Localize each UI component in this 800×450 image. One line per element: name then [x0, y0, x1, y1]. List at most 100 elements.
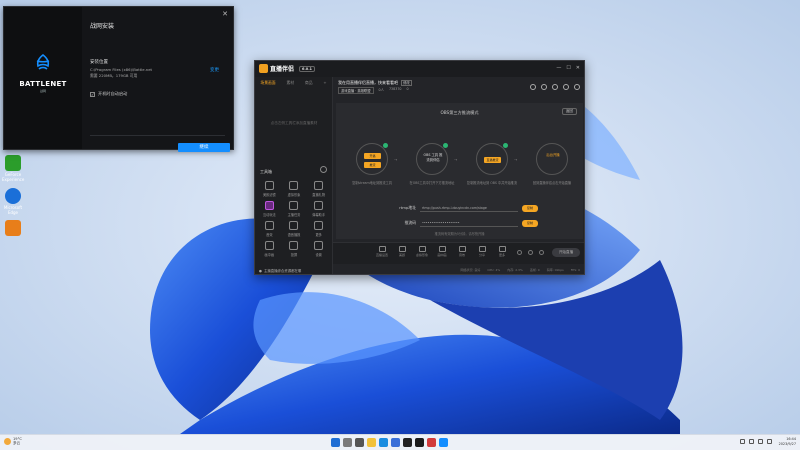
bottom-item[interactable]: 直播设置	[375, 246, 389, 257]
autostart-option[interactable]: ✓ 开机时自动启动	[90, 91, 127, 97]
step-circle: 后台开播	[536, 143, 568, 175]
bell-icon[interactable]	[563, 84, 569, 90]
store-icon[interactable]	[391, 438, 400, 447]
chevron-up-icon[interactable]	[740, 439, 745, 444]
avatar-icon	[289, 181, 299, 190]
return-button[interactable]: 返回	[561, 108, 577, 115]
desktop-icon-app[interactable]	[2, 220, 24, 237]
app-icon[interactable]	[403, 438, 412, 447]
gift-icon	[314, 181, 324, 190]
window-controls: — ☐ ✕	[556, 65, 580, 71]
tool-item[interactable]: 互动玩法	[257, 201, 282, 217]
header-actions	[530, 84, 580, 90]
step-circle: 直播推流	[476, 143, 508, 175]
share-icon	[478, 246, 486, 252]
change-location-link[interactable]: 变更	[210, 67, 219, 73]
bottom-item[interactable]: 美颜	[395, 246, 409, 257]
start-live-button[interactable]: 开始直播	[552, 248, 580, 257]
clock[interactable]: 16:44 2023/9/27	[779, 437, 796, 447]
step-description: 回到直播伴侣点击开始直播	[532, 181, 572, 185]
status-item: 码率: 0kbps	[546, 268, 564, 272]
weather-desc: 多云	[13, 441, 21, 445]
volume-icon[interactable]	[758, 439, 763, 444]
tool-item[interactable]: 音效	[257, 221, 282, 237]
start-icon[interactable]	[331, 438, 340, 447]
minimize-icon[interactable]: —	[556, 65, 561, 71]
desktop-icon-geforce[interactable]: GeForce Experience	[2, 155, 24, 182]
tool-item[interactable]: 主播任务	[282, 201, 307, 217]
install-location-label: 安装位置	[90, 60, 108, 65]
step-inner-text: OBS 工具 推流到伴侣	[423, 153, 443, 162]
bottom-item[interactable]: 虚拟形象	[415, 246, 429, 257]
arrow-icon: →	[394, 157, 398, 162]
stream-key-label: 推流码	[404, 220, 416, 225]
tool-item[interactable]: 虚拟形象	[282, 181, 307, 197]
tool-item[interactable]: 投屏	[282, 241, 307, 257]
tool-item[interactable]: 画中画	[257, 241, 282, 257]
autostart-checkbox[interactable]: ✓	[90, 91, 95, 97]
app-brand-name: 直播伴侣	[270, 66, 295, 73]
mic-icon[interactable]	[517, 250, 522, 255]
left-panel: 场景画面 素材 商品 + 点击左侧工具栏添加直播素材 工具箱 美颜滤镜 虚拟形象…	[255, 77, 333, 274]
bottom-item[interactable]: 画中画	[435, 246, 449, 257]
close-icon[interactable]: ✕	[576, 65, 580, 71]
bottom-item[interactable]: 分享	[475, 246, 489, 257]
close-icon[interactable]: ✕	[222, 10, 228, 18]
tool-item[interactable]: 设置	[306, 241, 331, 257]
step-description: 复制推流地址到 OBS 中并开始推流	[466, 181, 518, 185]
stream-key-hint: 推流码有效期为5分钟，请尽快开播	[434, 232, 485, 236]
battlenet-logo-sub: 战网	[39, 89, 46, 93]
edge-icon[interactable]	[379, 438, 388, 447]
tool-item[interactable]: 更多	[306, 221, 331, 237]
home-icon[interactable]	[530, 84, 536, 90]
weather-icon	[4, 437, 11, 445]
maximize-icon[interactable]: ☐	[566, 65, 570, 71]
category-pill[interactable]: 游戏直播 · 英雄联盟	[338, 87, 374, 94]
bottom-item[interactable]: 音效	[455, 246, 469, 257]
toolbox-settings-icon[interactable]	[320, 166, 327, 173]
battlenet-logo: BATTLENET 战网	[16, 53, 70, 93]
copy-rtmp-button[interactable]: 复制	[522, 204, 538, 212]
task-icon	[289, 201, 299, 210]
tab-add[interactable]: +	[323, 80, 326, 86]
edit-title-button[interactable]: 修改	[401, 80, 412, 86]
battlenet-icon[interactable]	[439, 438, 448, 447]
toolbox-grid: 美颜滤镜 虚拟形象 直播礼物 互动玩法 主播任务 弹幕助手 音效 语音播报 更多…	[257, 181, 331, 257]
tab-scene[interactable]: 场景画面	[260, 80, 275, 86]
battlenet-installer-window: BATTLENET 战网 战网安装 ✕ 安装位置 C:\Program File…	[3, 6, 234, 152]
stream-key-input[interactable]: ••••••••••••••••••••	[420, 220, 518, 227]
tool-item[interactable]: 直播礼物	[306, 181, 331, 197]
app-icon[interactable]	[415, 438, 424, 447]
battery-icon[interactable]	[767, 439, 772, 444]
app-icon[interactable]	[427, 438, 436, 447]
search-icon[interactable]	[343, 438, 352, 447]
desktop-icon-edge[interactable]: Microsoft Edge	[2, 188, 24, 215]
left-footer-link[interactable]: ● 主播直播综合资源都在哪	[259, 268, 301, 274]
tool-item[interactable]: 语音播报	[282, 221, 307, 237]
tab-material[interactable]: 素材	[286, 80, 294, 86]
bottom-toolbar: 直播设置 美颜 虚拟形象 画中画 音效 分享 更多 开始直播	[333, 242, 584, 264]
mail-icon[interactable]	[552, 84, 558, 90]
system-tray	[740, 439, 772, 444]
bottom-item[interactable]: 更多	[495, 246, 509, 257]
task-view-icon[interactable]	[355, 438, 364, 447]
check-icon	[503, 143, 508, 148]
divider	[90, 135, 225, 136]
tool-item[interactable]: 弹幕助手	[306, 201, 331, 217]
continue-button[interactable]: 继续	[178, 143, 230, 152]
autostart-label: 开机时自动启动	[98, 91, 128, 96]
rtmp-input[interactable]: rtmp://push-rtmp-l.douyincdn.com/stage	[420, 205, 518, 212]
gear-icon[interactable]	[539, 250, 544, 255]
weather-widget[interactable]: 19°C 多云	[4, 437, 22, 445]
arrow-icon: →	[514, 157, 518, 162]
step-chip: 推流	[364, 162, 381, 168]
network-icon[interactable]	[749, 439, 754, 444]
speaker-icon[interactable]	[528, 250, 533, 255]
step-chip: 直播推流	[484, 157, 501, 163]
tab-goods[interactable]: 商品	[305, 80, 313, 86]
copy-stream-key-button[interactable]: 复制	[522, 219, 538, 227]
explorer-icon[interactable]	[367, 438, 376, 447]
share-icon[interactable]	[574, 84, 580, 90]
tool-item[interactable]: 美颜滤镜	[257, 181, 282, 197]
history-icon[interactable]	[541, 84, 547, 90]
